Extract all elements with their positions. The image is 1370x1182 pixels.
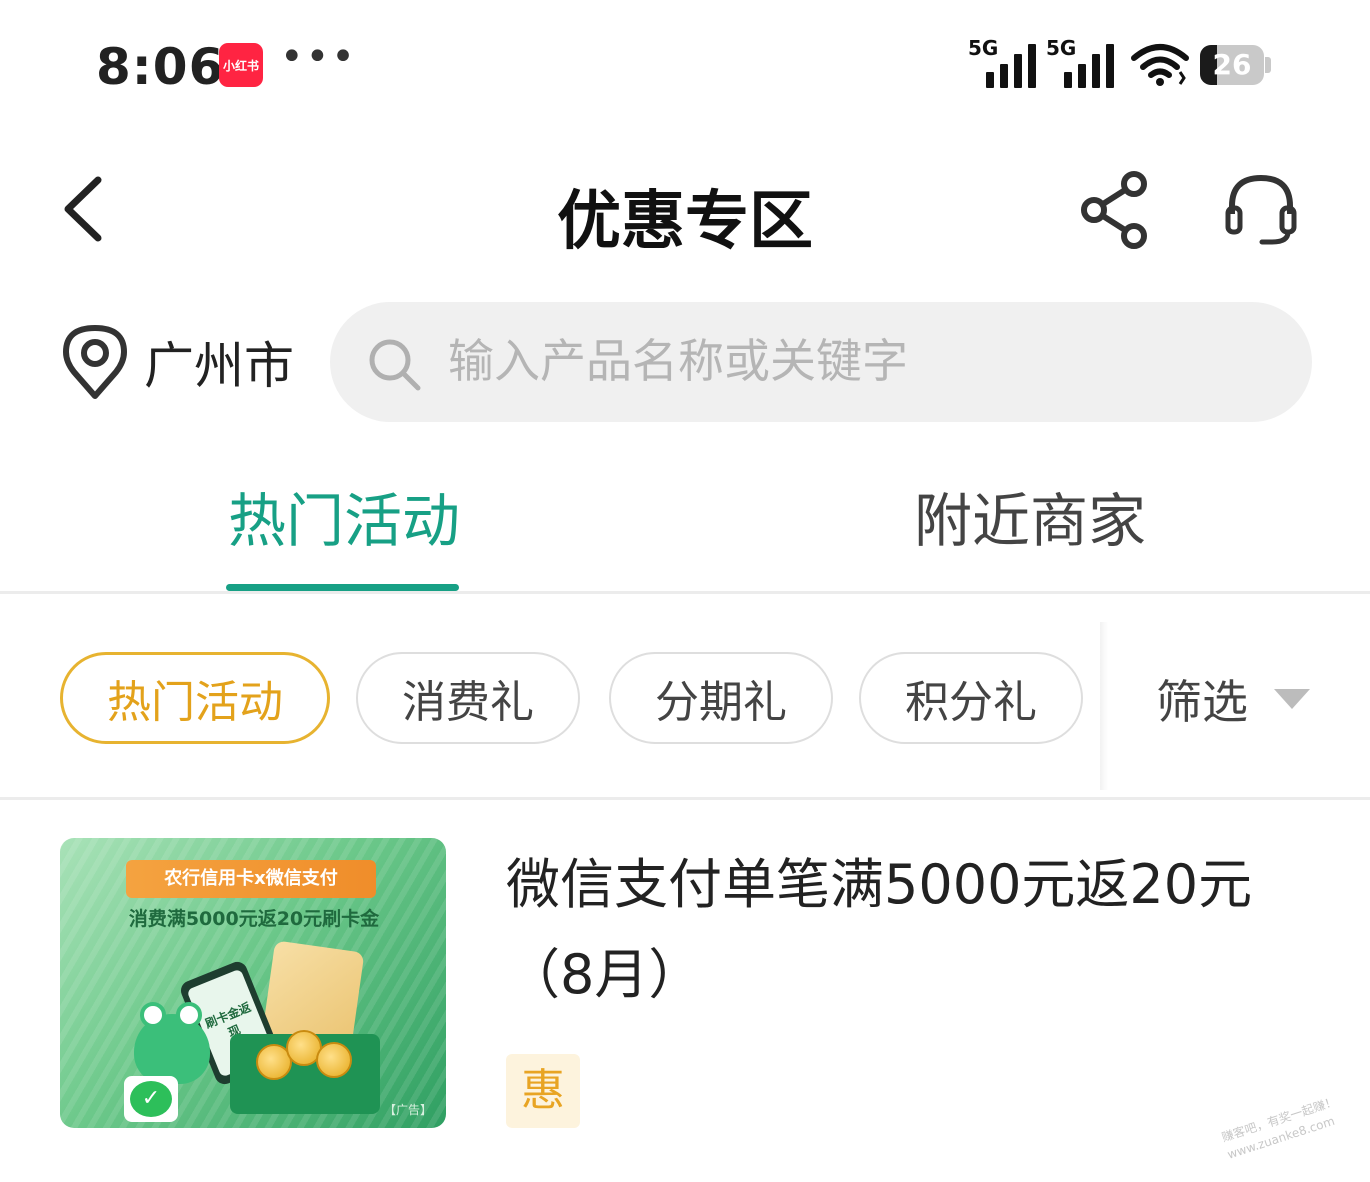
location-search-row: 广州市 bbox=[0, 300, 1370, 424]
location-selector[interactable]: 广州市 bbox=[62, 322, 294, 402]
caret-down-icon bbox=[1274, 689, 1310, 709]
chip-installment-gift[interactable]: 分期礼 bbox=[609, 652, 833, 744]
page-title: 优惠专区 bbox=[557, 185, 813, 259]
back-arrow-icon[interactable] bbox=[52, 172, 118, 246]
location-city: 广州市 bbox=[144, 337, 294, 395]
search-input[interactable] bbox=[448, 328, 1268, 394]
signal-5g-icon-2: 5G bbox=[1046, 36, 1118, 88]
battery-percent: 26 bbox=[1212, 48, 1252, 81]
main-tabs: 热门活动 附近商家 bbox=[0, 446, 1370, 594]
promo-image: 农行信用卡x微信支付 消费满5000元返20元刷卡金 刷卡金返现 ✓ 【广告】 bbox=[60, 838, 446, 1128]
filter-row: 热门活动 消费礼 分期礼 积分礼 筛选 bbox=[0, 612, 1370, 800]
chip-points-gift[interactable]: 积分礼 bbox=[859, 652, 1083, 744]
coin-icon bbox=[316, 1042, 352, 1078]
chip-spending-gift[interactable]: 消费礼 bbox=[356, 652, 580, 744]
wechat-icon: ✓ bbox=[124, 1076, 178, 1122]
tab-hot-activities[interactable]: 热门活动 bbox=[228, 474, 460, 558]
battery-icon: 26 bbox=[1200, 45, 1271, 85]
nav-bar: 优惠专区 bbox=[0, 140, 1370, 280]
location-pin-icon bbox=[63, 325, 127, 399]
search-icon bbox=[369, 339, 421, 391]
discount-badge: 惠 bbox=[506, 1054, 580, 1128]
share-icon[interactable] bbox=[1078, 170, 1154, 250]
promo-subtitle: 消费满5000元返20元刷卡金 bbox=[128, 908, 380, 930]
promo-banner: 农行信用卡x微信支付 bbox=[126, 860, 376, 898]
status-time: 8:06 bbox=[96, 38, 225, 96]
filter-divider bbox=[1100, 622, 1108, 790]
ad-label: 【广告】 bbox=[383, 1103, 432, 1117]
chip-hot-activities[interactable]: 热门活动 bbox=[60, 652, 330, 744]
headset-icon[interactable] bbox=[1222, 170, 1300, 250]
more-notifications-icon: ••• bbox=[280, 34, 357, 80]
filter-label: 筛选 bbox=[1156, 675, 1248, 729]
search-bar[interactable] bbox=[330, 302, 1312, 422]
activity-item[interactable]: 农行信用卡x微信支付 消费满5000元返20元刷卡金 刷卡金返现 ✓ 【广告】 … bbox=[0, 810, 1370, 1140]
status-bar: 8:06 小红书 ••• 5G 5G 26 bbox=[0, 0, 1370, 130]
wifi-icon bbox=[1131, 44, 1189, 86]
active-tab-indicator bbox=[226, 584, 459, 591]
frog-mascot-illustration bbox=[134, 1002, 210, 1084]
tab-nearby-merchants[interactable]: 附近商家 bbox=[914, 474, 1146, 558]
activity-title: 微信支付单笔满5000元返20元（8月） bbox=[506, 853, 1253, 1006]
xiaohongshu-app-icon: 小红书 bbox=[219, 43, 263, 87]
signal-5g-icon: 5G bbox=[968, 36, 1040, 88]
filter-button[interactable]: 筛选 bbox=[1156, 664, 1310, 734]
